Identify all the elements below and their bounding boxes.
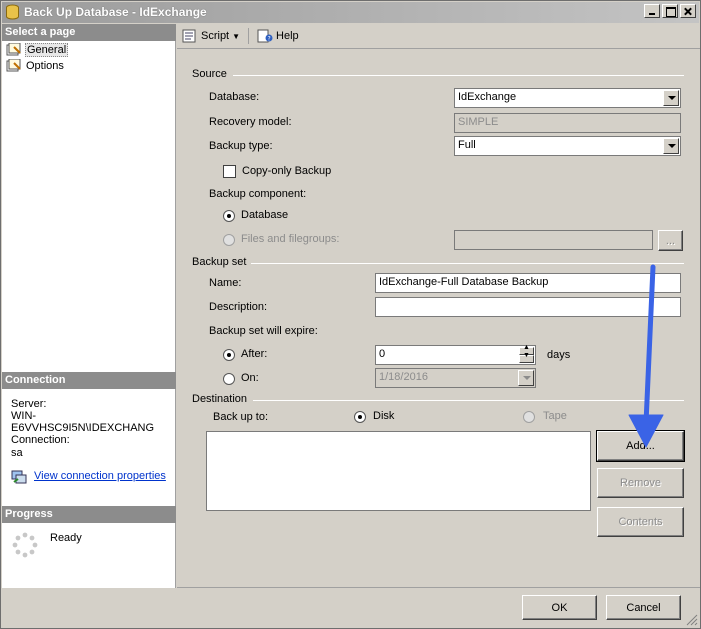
expire-after-radio[interactable] bbox=[223, 349, 235, 361]
files-filegroups-radio[interactable] bbox=[223, 234, 235, 246]
disk-radio[interactable] bbox=[354, 411, 366, 423]
help-button[interactable]: ? Help bbox=[255, 26, 301, 46]
database-select-value: IdExchange bbox=[458, 91, 517, 103]
database-component-radio[interactable] bbox=[223, 210, 235, 222]
database-label: Database: bbox=[209, 91, 260, 103]
page-item-label: General bbox=[25, 42, 69, 57]
files-filegroups-label[interactable]: Files and filegroups: bbox=[241, 233, 339, 245]
script-button[interactable]: Script ▼ bbox=[180, 26, 242, 46]
select-page-header: Select a page bbox=[2, 24, 176, 41]
disk-label[interactable]: Disk bbox=[373, 410, 394, 422]
chevron-down-icon[interactable] bbox=[663, 90, 679, 106]
help-label: Help bbox=[276, 30, 299, 42]
chevron-down-icon[interactable] bbox=[518, 370, 534, 386]
remove-destination-button[interactable]: Remove bbox=[597, 468, 684, 498]
close-button[interactable] bbox=[680, 4, 696, 18]
maximize-button[interactable] bbox=[662, 4, 678, 18]
tape-label[interactable]: Tape bbox=[543, 410, 567, 422]
backup-dialog: Back Up Database - IdExchange Select a p… bbox=[0, 0, 701, 629]
recovery-model-label: Recovery model: bbox=[209, 116, 292, 128]
days-label: days bbox=[547, 349, 571, 361]
page-icon bbox=[6, 58, 21, 71]
destination-list[interactable] bbox=[206, 431, 591, 511]
backup-type-label: Backup type: bbox=[209, 140, 273, 152]
expire-days-stepper[interactable]: 0 ▲ ▼ bbox=[375, 344, 536, 365]
spin-buttons[interactable]: ▲ ▼ bbox=[519, 344, 534, 363]
chevron-down-icon[interactable]: ▼ bbox=[232, 32, 240, 41]
connection-properties-icon bbox=[11, 470, 27, 484]
page-item-general[interactable]: General bbox=[6, 42, 69, 57]
expire-date-value: 1/18/2016 bbox=[379, 371, 428, 383]
left-pane: Select a page General Options Connection… bbox=[2, 24, 176, 588]
ok-button[interactable]: OK bbox=[522, 595, 597, 620]
backup-set-section-label: Backup set bbox=[192, 256, 247, 268]
resize-grip-icon[interactable] bbox=[686, 614, 698, 626]
name-label: Name: bbox=[209, 277, 242, 289]
files-filegroups-field bbox=[454, 230, 653, 250]
source-divider bbox=[233, 75, 684, 76]
recovery-model-field: SIMPLE bbox=[454, 113, 681, 133]
expire-on-radio[interactable] bbox=[223, 373, 235, 385]
expire-date-picker[interactable]: 1/18/2016 bbox=[375, 368, 536, 388]
expire-after-label[interactable]: After: bbox=[241, 348, 267, 360]
page-item-options[interactable]: Options bbox=[6, 58, 65, 73]
svg-text:?: ? bbox=[268, 36, 271, 43]
description-label: Description: bbox=[209, 301, 268, 313]
title-bar[interactable]: Back Up Database - IdExchange bbox=[2, 2, 699, 23]
expire-days-value: 0 bbox=[379, 348, 386, 360]
help-icon: ? bbox=[257, 29, 273, 43]
connection-label: Connection: bbox=[11, 434, 70, 446]
connection-value: sa bbox=[11, 447, 23, 459]
spin-down-icon[interactable]: ▼ bbox=[519, 352, 534, 363]
chevron-down-icon[interactable] bbox=[663, 138, 679, 154]
toolbar-separator bbox=[248, 28, 250, 44]
toolbar-divider bbox=[177, 48, 700, 49]
server-label: Server: bbox=[11, 398, 47, 410]
database-component-label[interactable]: Database bbox=[241, 209, 288, 221]
minimize-button[interactable] bbox=[644, 4, 660, 18]
toolbar: Script ▼ ? Help bbox=[177, 24, 700, 48]
tape-radio[interactable] bbox=[523, 411, 535, 423]
recovery-model-value: SIMPLE bbox=[458, 116, 499, 128]
cancel-button[interactable]: Cancel bbox=[606, 595, 681, 620]
destination-divider bbox=[253, 400, 684, 401]
window-title: Back Up Database - IdExchange bbox=[24, 5, 207, 19]
back-up-to-label: Back up to: bbox=[213, 411, 269, 423]
backup-set-divider bbox=[251, 263, 684, 264]
contents-button[interactable]: Contents bbox=[597, 507, 684, 537]
destination-section-label: Destination bbox=[192, 393, 248, 405]
copy-only-label[interactable]: Copy-only Backup bbox=[242, 165, 331, 177]
backup-name-value: IdExchange-Full Database Backup bbox=[379, 276, 549, 288]
connection-header: Connection bbox=[2, 372, 176, 389]
source-section-label: Source bbox=[192, 68, 227, 80]
progress-status: Ready bbox=[50, 532, 82, 544]
annotation-arrow-icon bbox=[628, 264, 664, 448]
expire-label: Backup set will expire: bbox=[209, 325, 318, 337]
script-label: Script bbox=[201, 30, 230, 42]
page-item-label: Options bbox=[26, 59, 64, 72]
progress-header: Progress bbox=[2, 506, 176, 523]
page-icon bbox=[6, 42, 21, 55]
expire-on-label[interactable]: On: bbox=[241, 372, 259, 384]
database-select[interactable]: IdExchange bbox=[454, 88, 681, 108]
browse-files-button[interactable]: ... bbox=[658, 230, 683, 251]
script-icon bbox=[182, 29, 196, 43]
footer-divider bbox=[177, 587, 700, 588]
copy-only-checkbox[interactable] bbox=[223, 165, 236, 178]
backup-component-label: Backup component: bbox=[209, 188, 307, 200]
backup-type-value: Full bbox=[458, 139, 476, 151]
backup-type-select[interactable]: Full bbox=[454, 136, 681, 156]
database-icon bbox=[6, 4, 19, 20]
progress-spinner-icon bbox=[12, 532, 38, 558]
view-connection-properties-link[interactable]: View connection properties bbox=[34, 470, 166, 482]
server-value: WIN-E6VVHSC9I5N\IDEXCHANG bbox=[11, 410, 155, 434]
